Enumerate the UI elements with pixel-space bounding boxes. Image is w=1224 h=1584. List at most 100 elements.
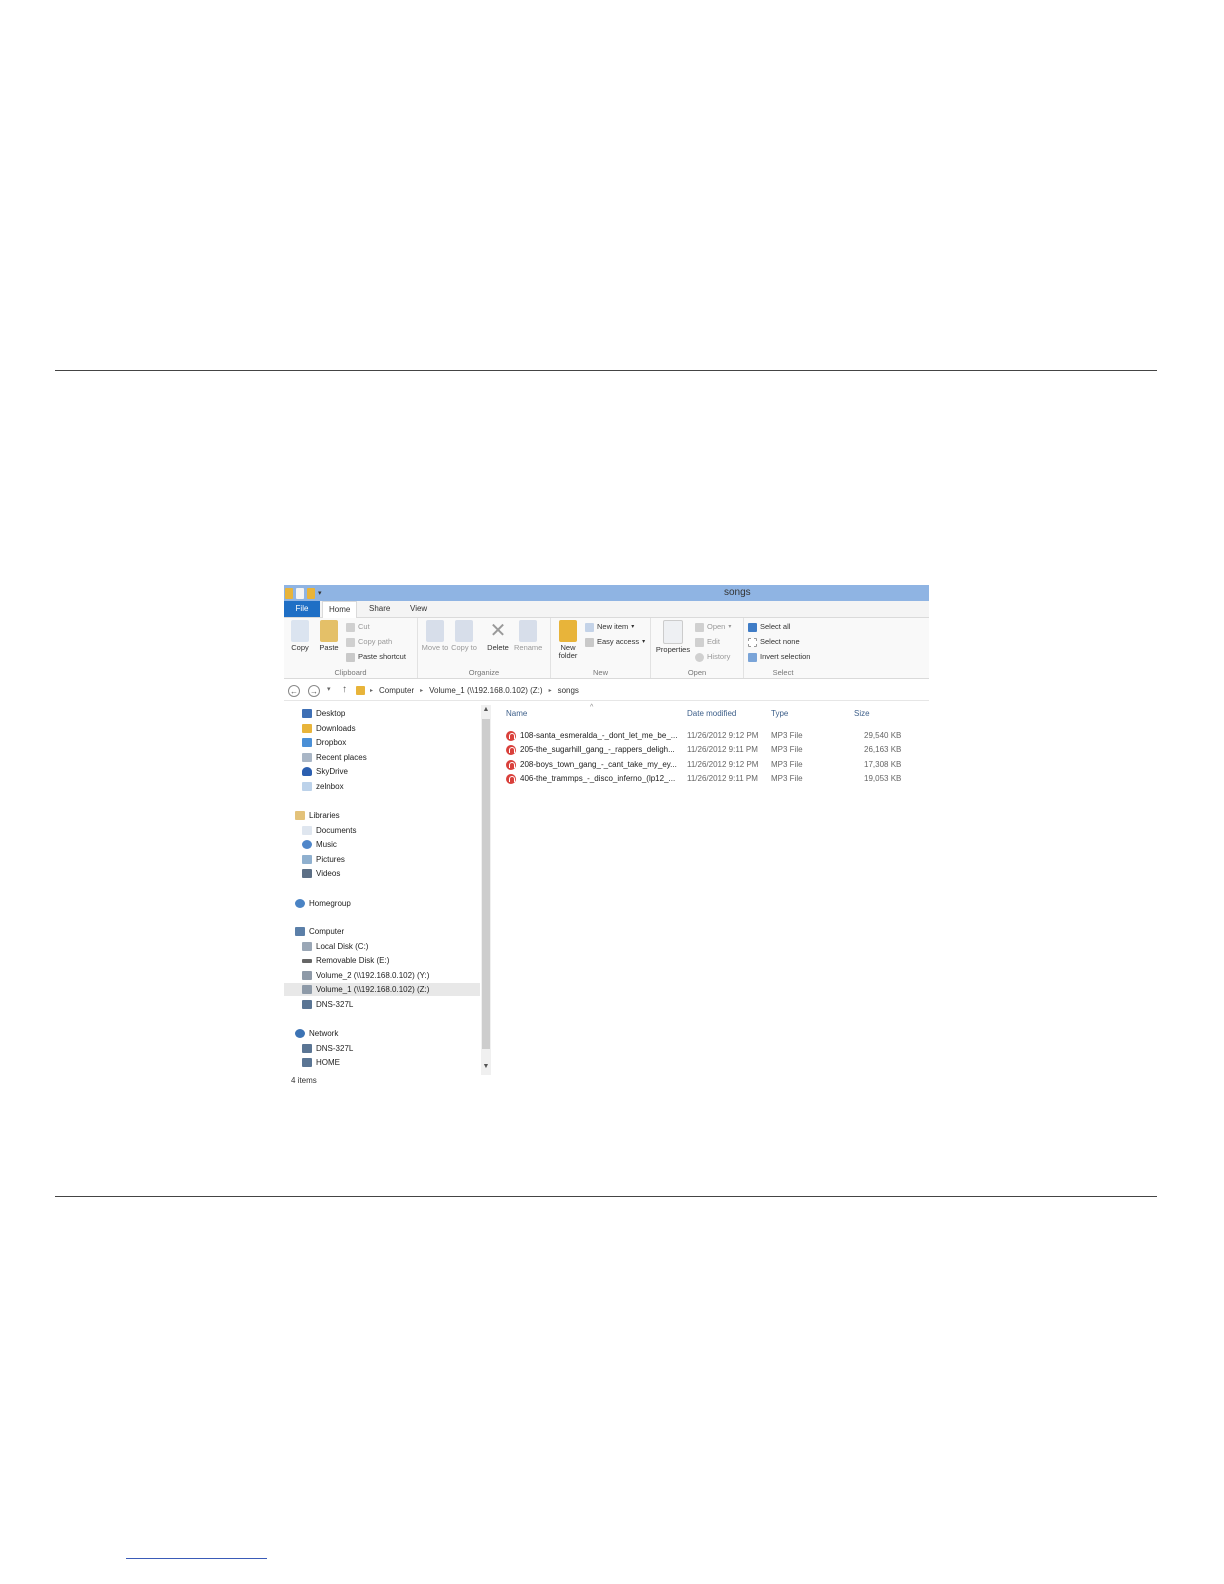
breadcrumb-computer[interactable]: Computer [379, 686, 414, 695]
nav-item-skydrive[interactable]: SkyDrive [302, 765, 348, 778]
computer-icon [295, 927, 305, 936]
table-row[interactable]: 205-the_sugarhill_gang_-_rappers_deligh.… [504, 743, 924, 756]
table-row[interactable]: 208-boys_town_gang_-_cant_take_my_ey... … [504, 758, 924, 771]
mp3-file-icon [506, 745, 516, 755]
address-bar: ← → ▾ ↑ ▸ Computer ▸ Volume_1 (\\192.168… [284, 682, 929, 701]
properties-qat-icon[interactable] [296, 587, 304, 599]
nav-item-dns-327l-computer[interactable]: DNS-327L [302, 998, 353, 1011]
recent-places-icon [302, 753, 312, 762]
nav-item-videos[interactable]: Videos [302, 867, 340, 880]
dropbox-icon [302, 738, 312, 747]
nav-item-home[interactable]: HOME [302, 1056, 340, 1069]
column-header-type[interactable]: Type [771, 709, 788, 718]
nav-item-desktop[interactable]: Desktop [302, 707, 345, 720]
scroll-down-icon[interactable]: ▼ [481, 1063, 491, 1070]
new-folder-button[interactable]: New folder [554, 620, 582, 660]
mp3-file-icon [506, 774, 516, 784]
nav-item-network[interactable]: Network [295, 1027, 338, 1040]
nav-item-libraries[interactable]: Libraries [295, 809, 340, 822]
file-type: MP3 File [771, 760, 803, 769]
select-all-icon [748, 622, 757, 632]
status-bar-item-count: 4 items [291, 1076, 317, 1085]
network-drive-icon [302, 985, 312, 994]
scrollbar-thumb[interactable] [482, 719, 490, 1049]
nav-item-homegroup[interactable]: Homegroup [295, 897, 351, 910]
edit-button[interactable]: Edit [695, 636, 720, 648]
tab-home[interactable]: Home [322, 601, 358, 618]
nav-item-music[interactable]: Music [302, 838, 337, 851]
nav-item-volume-2[interactable]: Volume_2 (\\192.168.0.102) (Y:) [302, 969, 429, 982]
tab-share[interactable]: Share [363, 601, 396, 617]
move-to-icon [426, 620, 444, 642]
easy-access-button[interactable]: Easy access ▾ [585, 636, 645, 648]
new-folder-qat-icon[interactable] [307, 587, 315, 599]
recent-locations-icon[interactable]: ▾ [327, 685, 331, 693]
folder-icon [285, 587, 293, 599]
clipboard-group: Copy Paste Cut Copy path Paste shortcut … [284, 618, 418, 678]
nav-item-dropbox[interactable]: Dropbox [302, 736, 346, 749]
nav-item-zelnbox[interactable]: zelnbox [302, 780, 344, 793]
file-size: 19,053 KB [864, 774, 902, 783]
open-button[interactable]: Open ▾ [695, 621, 731, 633]
copy-path-button[interactable]: Copy path [346, 636, 392, 648]
cut-button[interactable]: Cut [346, 621, 370, 633]
navigation-pane: Desktop Downloads Dropbox Recent places … [284, 705, 480, 1075]
nav-item-local-disk[interactable]: Local Disk (C:) [302, 940, 368, 953]
nav-item-dns-327l-network[interactable]: DNS-327L [302, 1042, 353, 1055]
videos-icon [302, 869, 312, 878]
nav-item-documents[interactable]: Documents [302, 824, 356, 837]
breadcrumb-volume-1[interactable]: Volume_1 (\\192.168.0.102) (Z:) [429, 686, 542, 695]
forward-arrow-icon[interactable]: → [308, 685, 320, 697]
network-icon [295, 1029, 305, 1038]
column-header-size[interactable]: Size [854, 709, 870, 718]
breadcrumb-songs[interactable]: songs [558, 686, 579, 695]
breadcrumb-separator-icon: ▸ [548, 688, 552, 694]
column-header-date[interactable]: Date modified [687, 709, 736, 718]
nav-item-recent-places[interactable]: Recent places [302, 751, 367, 764]
nav-item-volume-1[interactable]: Volume_1 (\\192.168.0.102) (Z:) [284, 983, 480, 996]
nav-scrollbar[interactable]: ▲ ▼ [481, 705, 491, 1075]
select-none-button[interactable]: Select none [748, 636, 800, 648]
scroll-up-icon[interactable]: ▲ [481, 706, 491, 713]
move-to-button[interactable]: Move to [421, 620, 449, 652]
select-all-button[interactable]: Select all [748, 621, 790, 633]
sort-ascending-icon: ^ [590, 704, 594, 711]
nav-item-removable-disk[interactable]: Removable Disk (E:) [302, 954, 389, 967]
breadcrumb-separator-icon: ▸ [420, 688, 424, 694]
qat-dropdown-icon[interactable]: ▾ [318, 589, 322, 597]
history-button[interactable]: History [695, 651, 730, 663]
file-name: 406-the_trammps_-_disco_inferno_(lp12_..… [520, 774, 676, 783]
pictures-icon [302, 855, 312, 864]
file-size: 29,540 KB [864, 731, 902, 740]
table-row[interactable]: 108-santa_esmeralda_-_dont_let_me_be_...… [504, 729, 924, 742]
up-arrow-icon[interactable]: ↑ [342, 684, 347, 695]
open-group: Properties Open ▾ Edit History Open [651, 618, 744, 678]
network-computer-icon [302, 1058, 312, 1067]
nav-item-computer[interactable]: Computer [295, 925, 344, 938]
title-bar: ▾ songs [284, 585, 929, 601]
new-item-button[interactable]: New item ▾ [585, 621, 634, 633]
paste-button[interactable]: Paste [315, 620, 343, 652]
invert-selection-button[interactable]: Invert selection [748, 651, 810, 663]
copy-to-button[interactable]: Copy to [450, 620, 478, 652]
paste-shortcut-button[interactable]: Paste shortcut [346, 651, 406, 663]
properties-button[interactable]: Properties [654, 620, 692, 654]
copy-icon [291, 620, 309, 642]
tab-view[interactable]: View [404, 601, 433, 617]
invert-selection-icon [748, 652, 757, 662]
table-row[interactable]: 406-the_trammps_-_disco_inferno_(lp12_..… [504, 772, 924, 785]
delete-button[interactable]: ✕ Delete [484, 620, 512, 652]
nav-item-downloads[interactable]: Downloads [302, 722, 356, 735]
back-arrow-icon[interactable]: ← [288, 685, 300, 697]
file-date: 11/26/2012 9:11 PM [687, 774, 758, 783]
scissors-icon [346, 622, 355, 632]
column-header-name[interactable]: Name [506, 709, 527, 718]
copy-button[interactable]: Copy [286, 620, 314, 652]
rename-button[interactable]: Rename [514, 620, 542, 652]
nav-item-pictures[interactable]: Pictures [302, 853, 345, 866]
tab-file[interactable]: File [284, 601, 320, 617]
open-icon [695, 622, 704, 632]
breadcrumb[interactable]: ▸ Computer ▸ Volume_1 (\\192.168.0.102) … [370, 686, 579, 695]
file-name: 208-boys_town_gang_-_cant_take_my_ey... [520, 760, 677, 769]
chevron-down-icon: ▾ [728, 624, 732, 630]
